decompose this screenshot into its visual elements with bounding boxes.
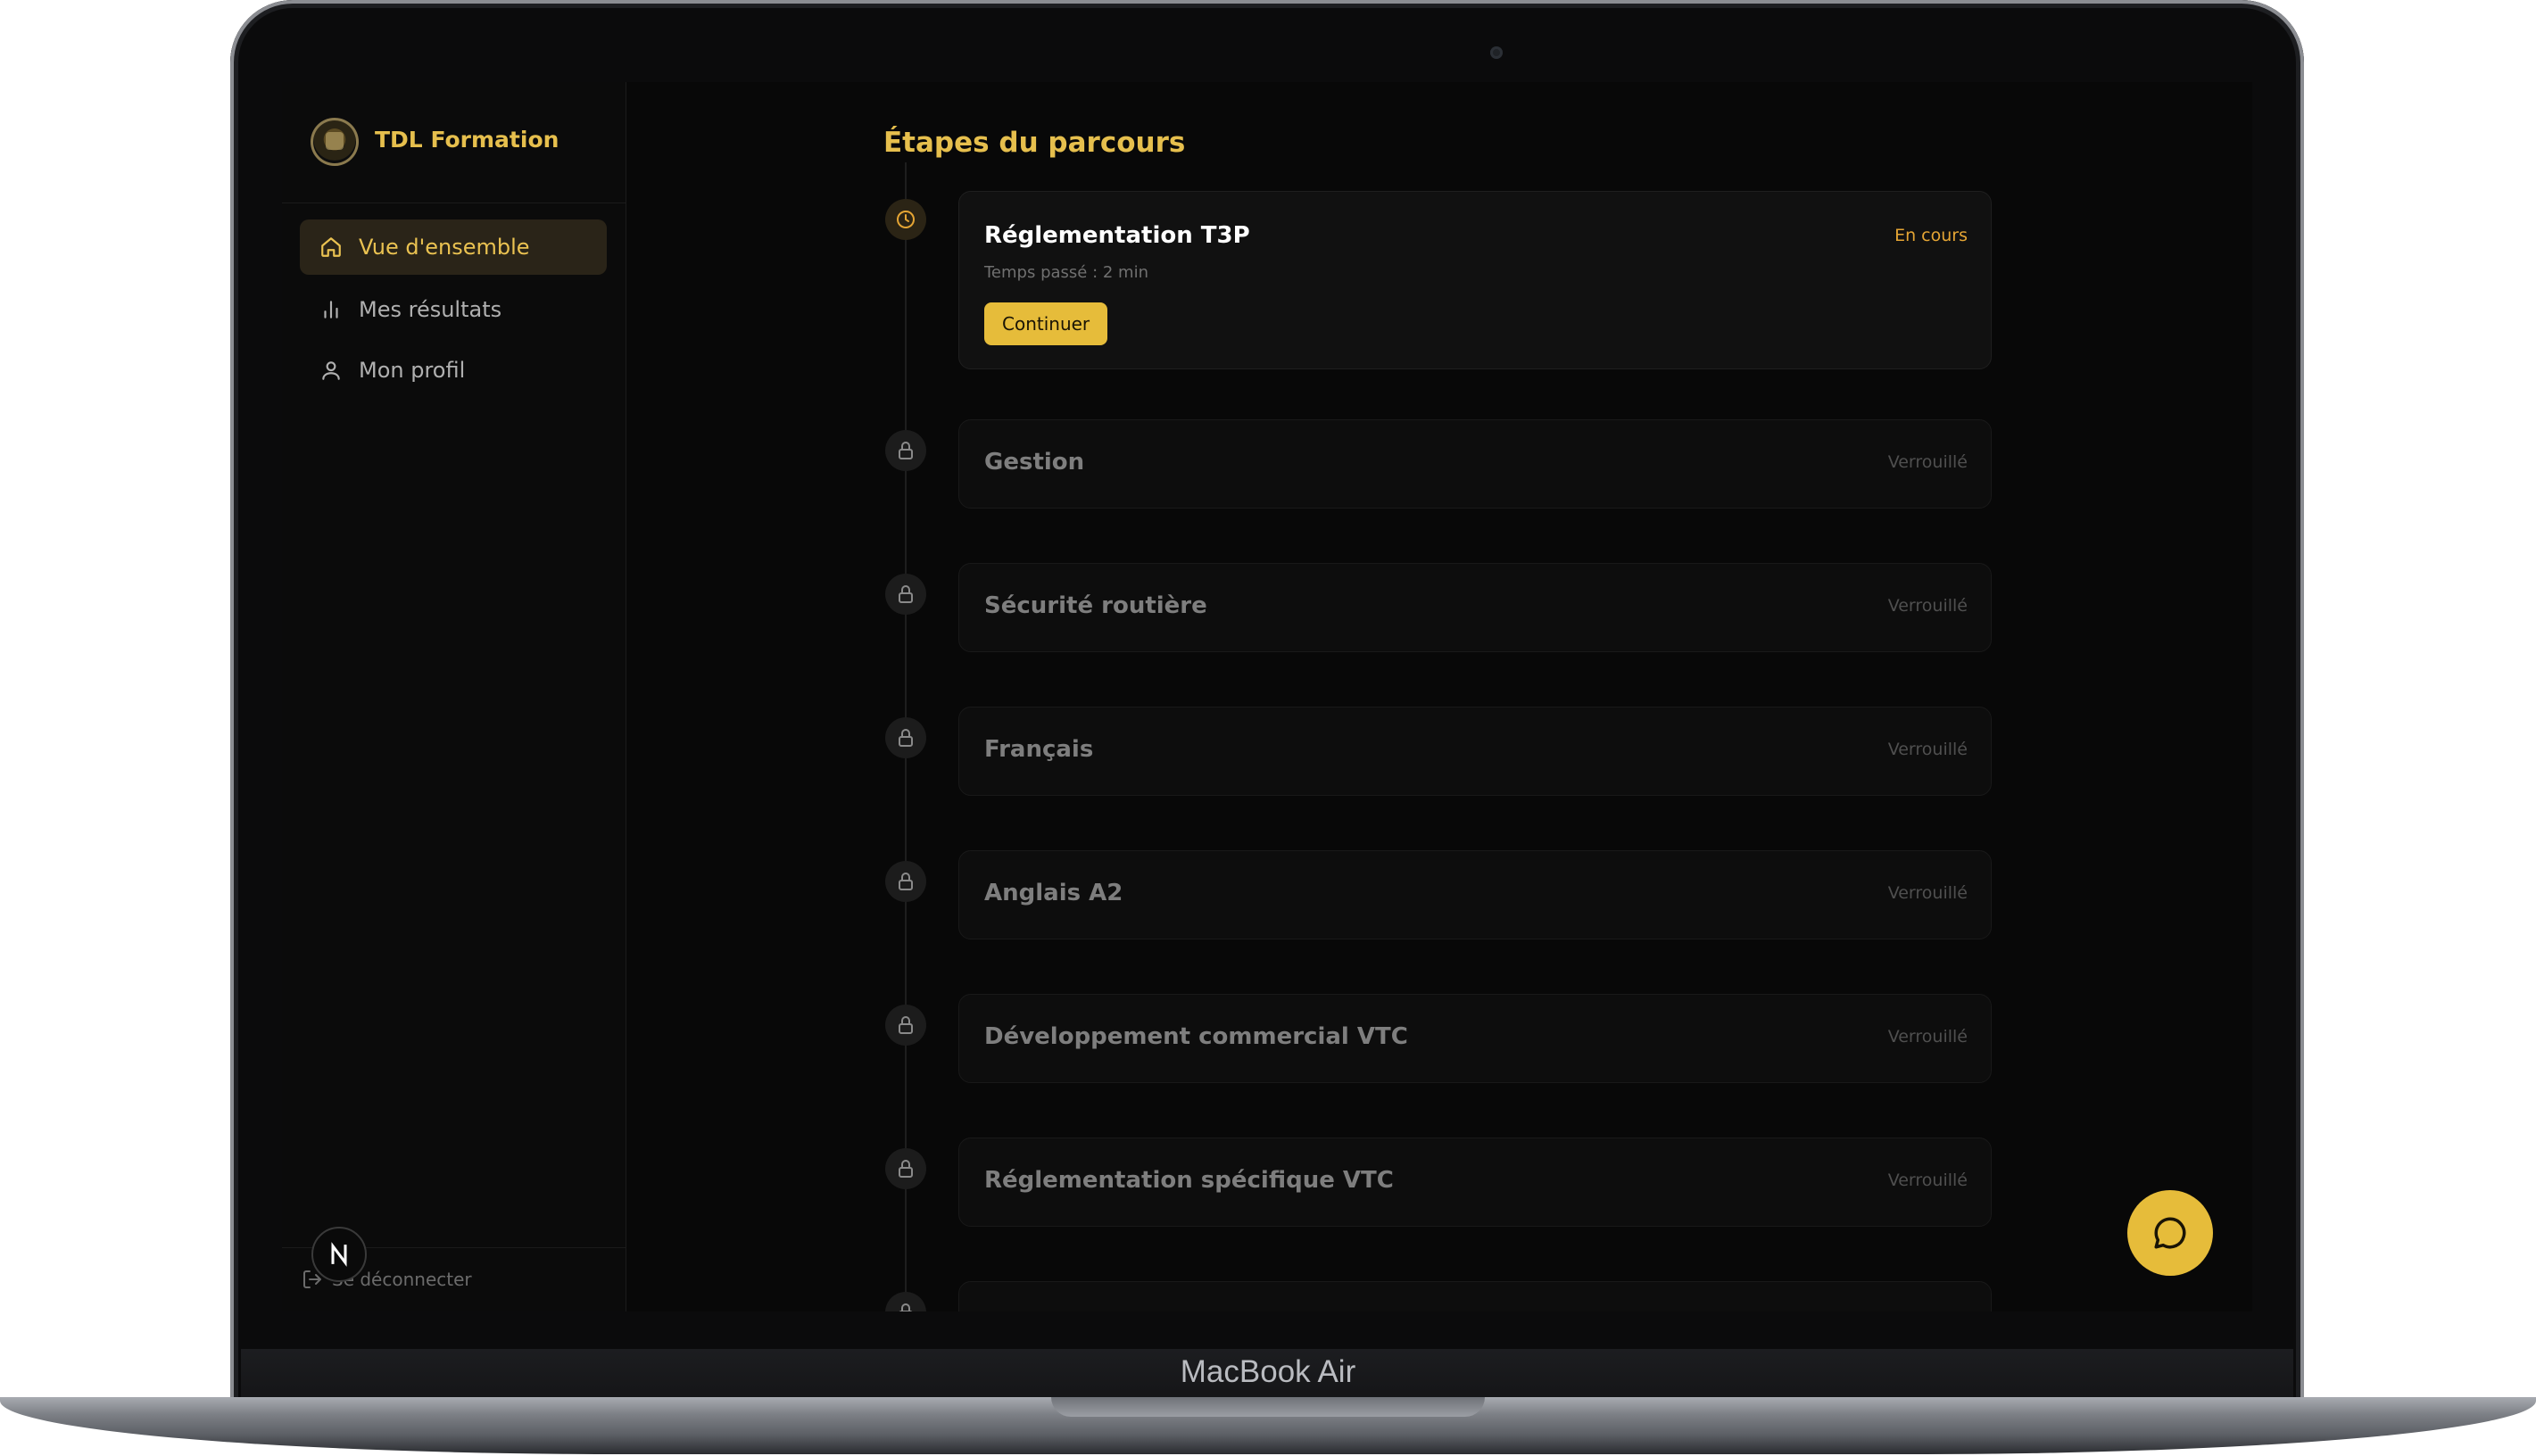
brand-logo (311, 118, 359, 166)
step-card-current: Réglementation T3P En cours Temps passé … (958, 191, 1992, 369)
device-brand-label: MacBook Air (1180, 1354, 1356, 1389)
sidebar: TDL Formation Vue d'ensemble Mes résulta… (282, 82, 626, 1311)
step-status-icon (885, 1005, 926, 1046)
sidebar-header: TDL Formation (282, 82, 626, 203)
step-card-locked[interactable]: Français Verrouillé (958, 707, 1992, 796)
step-card-locked[interactable]: Gestion Verrouillé (958, 419, 1992, 509)
step-card-locked[interactable]: Anglais A2 Verrouillé (958, 850, 1992, 939)
laptop-notch (1051, 1397, 1485, 1417)
page-title: Étapes du parcours (883, 127, 1186, 159)
step-status-icon (885, 1292, 926, 1311)
sidebar-item-label: Mon profil (359, 358, 466, 383)
step-status-icon (885, 717, 926, 758)
sidebar-item-results[interactable]: Mes résultats (300, 282, 607, 337)
step-status-icon (885, 574, 926, 615)
laptop-mockup: TDL Formation Vue d'ensemble Mes résulta… (0, 0, 2536, 1456)
camera-dot (1490, 46, 1503, 59)
step-status: Verrouillé (1887, 740, 1968, 759)
sidebar-item-label: Vue d'ensemble (359, 235, 530, 260)
step-title: Réglementation spécifique VTC (984, 1167, 1394, 1194)
home-icon (321, 237, 341, 257)
app-screen: TDL Formation Vue d'ensemble Mes résulta… (282, 82, 2252, 1311)
step-title: Gestion (984, 449, 1085, 476)
chat-button[interactable] (2127, 1190, 2213, 1276)
continue-button[interactable]: Continuer (984, 302, 1108, 345)
lock-icon (899, 1303, 913, 1311)
lock-icon (899, 585, 913, 603)
step-status-icon (885, 430, 926, 471)
step-status: Verrouillé (1887, 596, 1968, 616)
step-title: Sécurité routière (984, 592, 1207, 619)
step-status: En cours (1894, 226, 1968, 245)
sidebar-item-overview[interactable]: Vue d'ensemble (300, 219, 607, 275)
step-status: Verrouillé (1887, 883, 1968, 903)
step-title: Français (984, 736, 1094, 763)
step-card-locked[interactable]: Développement commercial VTC Verrouillé (958, 994, 1992, 1083)
brand-name: TDL Formation (375, 127, 559, 153)
chat-bubble-icon (2154, 1217, 2186, 1249)
sidebar-item-label: Mes résultats (359, 297, 502, 322)
step-card-locked[interactable]: Sécurité routière Verrouillé (958, 563, 1992, 652)
n-logo-icon (331, 1242, 347, 1267)
bar-chart-icon (324, 301, 338, 318)
lock-icon (899, 1016, 913, 1034)
step-card-locked[interactable] (958, 1281, 1992, 1311)
step-status-icon (885, 199, 926, 240)
step-title: Anglais A2 (984, 880, 1123, 906)
sidebar-item-profile[interactable]: Mon profil (300, 343, 607, 398)
clock-icon (897, 211, 915, 228)
step-title: Développement commercial VTC (984, 1023, 1408, 1050)
lock-icon (899, 442, 913, 459)
step-time-spent: Temps passé : 2 min (984, 263, 1148, 282)
user-icon (322, 361, 340, 380)
avatar-badge[interactable] (311, 1227, 367, 1282)
lock-icon (899, 1160, 913, 1178)
step-status-icon (885, 861, 926, 902)
step-status-icon (885, 1148, 926, 1189)
step-title: Réglementation T3P (984, 222, 1250, 249)
step-card-locked[interactable]: Réglementation spécifique VTC Verrouillé (958, 1138, 1992, 1227)
lock-icon (899, 729, 913, 747)
step-status: Verrouillé (1887, 452, 1968, 472)
step-status: Verrouillé (1887, 1171, 1968, 1190)
lock-icon (899, 873, 913, 890)
step-status: Verrouillé (1887, 1027, 1968, 1046)
